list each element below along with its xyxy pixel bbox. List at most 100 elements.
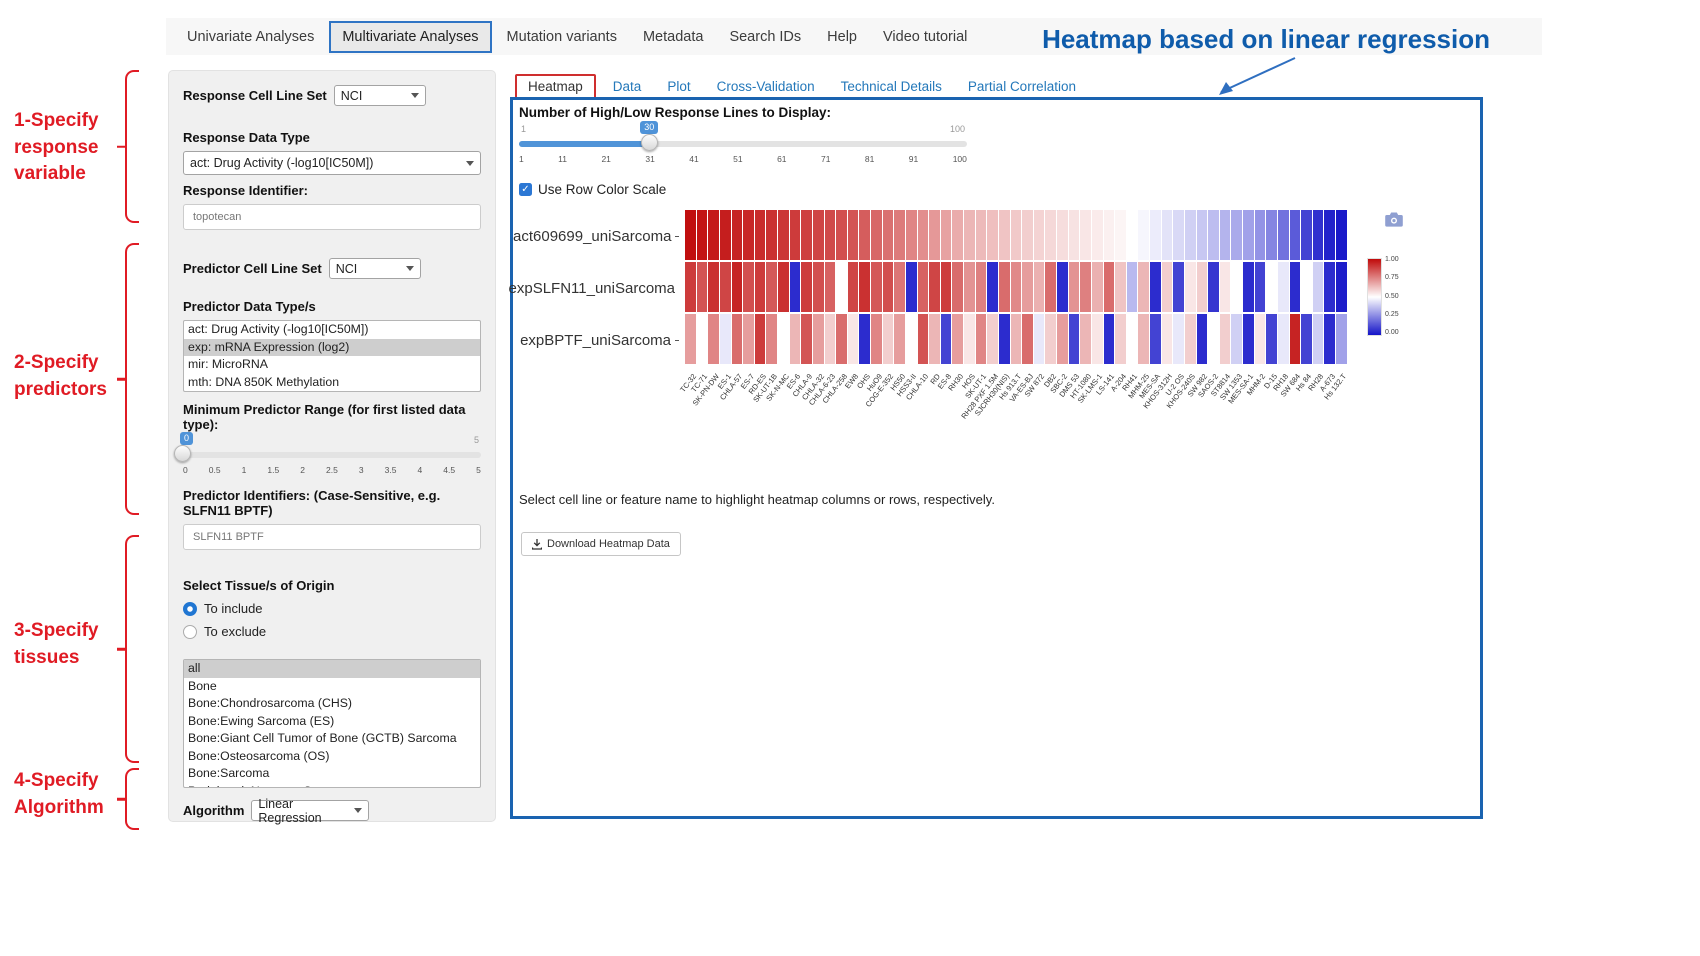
heatmap-cell[interactable] [836, 210, 847, 260]
predictor-range-slider[interactable]: 0 5 00.511.522.533.544.55 [183, 432, 481, 480]
heatmap-cell[interactable] [755, 314, 766, 364]
heatmap-cell[interactable] [1243, 210, 1254, 260]
heatmap-cell[interactable] [871, 262, 882, 312]
heatmap-cell[interactable] [1313, 314, 1324, 364]
heatmap-cell[interactable] [848, 314, 859, 364]
heatmap-cell[interactable] [1057, 314, 1068, 364]
heatmap-cell[interactable] [941, 262, 952, 312]
heatmap-cell[interactable] [999, 314, 1010, 364]
heatmap-cell[interactable] [825, 210, 836, 260]
heatmap-cell[interactable] [1045, 314, 1056, 364]
heatmap-cell[interactable] [987, 314, 998, 364]
heatmap-cell[interactable] [1208, 262, 1219, 312]
predictor-cell-line-set-select[interactable]: NCI [329, 258, 421, 279]
heatmap-cell[interactable] [1220, 262, 1231, 312]
heatmap-cell[interactable] [1138, 262, 1149, 312]
tissue-option[interactable]: Peripheral_Nervous_System [184, 783, 480, 789]
heatmap-cell[interactable] [848, 210, 859, 260]
heatmap-cell[interactable] [848, 262, 859, 312]
heatmap-cell[interactable] [859, 314, 870, 364]
heatmap-cell[interactable] [859, 262, 870, 312]
heatmap-cell[interactable] [883, 314, 894, 364]
heatmap-cell[interactable] [697, 210, 708, 260]
heatmap-cell[interactable] [1127, 262, 1138, 312]
tissue-option[interactable]: all [184, 660, 480, 678]
nav-item-multivariate-analyses[interactable]: Multivariate Analyses [329, 21, 491, 53]
heatmap-cell[interactable] [1197, 314, 1208, 364]
heatmap-cell[interactable] [1173, 210, 1184, 260]
heatmap-cell[interactable] [1185, 210, 1196, 260]
heatmap-cell[interactable] [720, 210, 731, 260]
heatmap-cell[interactable] [1080, 262, 1091, 312]
heatmap-cell[interactable] [918, 210, 929, 260]
response-identifier-input[interactable]: topotecan [183, 204, 481, 230]
heatmap-cell[interactable] [1104, 210, 1115, 260]
heatmap-cell[interactable] [1313, 262, 1324, 312]
heatmap-cell[interactable] [906, 262, 917, 312]
heatmap-cell[interactable] [1080, 210, 1091, 260]
heatmap-cell[interactable] [999, 262, 1010, 312]
heatmap-cell[interactable] [859, 210, 870, 260]
heatmap-cell[interactable] [766, 262, 777, 312]
heatmap-cell[interactable] [976, 314, 987, 364]
heatmap-cell[interactable] [685, 210, 696, 260]
heatmap-cell[interactable] [1243, 314, 1254, 364]
heatmap-cell[interactable] [836, 314, 847, 364]
tab-cross-validation[interactable]: Cross-Validation [704, 75, 828, 98]
nav-item-metadata[interactable]: Metadata [630, 21, 716, 53]
tissue-option[interactable]: Bone:Sarcoma [184, 765, 480, 783]
heatmap-cell[interactable] [976, 210, 987, 260]
slider-handle[interactable] [174, 445, 191, 462]
heatmap-cell[interactable] [1336, 210, 1347, 260]
heatmap-cell[interactable] [790, 262, 801, 312]
heatmap-cell[interactable] [1092, 262, 1103, 312]
heatmap-cell[interactable] [1045, 210, 1056, 260]
heatmap-cell[interactable] [697, 262, 708, 312]
heatmap-cell[interactable] [1290, 262, 1301, 312]
heatmap-cell[interactable] [1266, 210, 1277, 260]
heatmap-cell[interactable] [999, 210, 1010, 260]
heatmap-cell[interactable] [743, 210, 754, 260]
heatmap-cell[interactable] [1150, 210, 1161, 260]
tissue-option[interactable]: Bone:Chondrosarcoma (CHS) [184, 695, 480, 713]
heatmap-cell[interactable] [1022, 314, 1033, 364]
heatmap-cell[interactable] [1069, 314, 1080, 364]
slider-handle[interactable] [641, 134, 658, 151]
algorithm-select[interactable]: Linear Regression [251, 800, 369, 821]
nav-item-video-tutorial[interactable]: Video tutorial [870, 21, 980, 53]
heatmap-cell[interactable] [743, 262, 754, 312]
heatmap-row-label[interactable]: act609699_uniSarcoma [513, 210, 683, 262]
heatmap-cell[interactable] [790, 314, 801, 364]
heatmap-cell[interactable] [1336, 314, 1347, 364]
heatmap-cell[interactable] [1138, 314, 1149, 364]
heatmap-cell[interactable] [790, 210, 801, 260]
heatmap-cell[interactable] [1127, 210, 1138, 260]
heatmap-row-label[interactable]: expBPTF_uniSarcoma [513, 314, 683, 366]
heatmap-cell[interactable] [778, 314, 789, 364]
heatmap-cell[interactable] [941, 314, 952, 364]
heatmap-cell[interactable] [720, 314, 731, 364]
heatmap-cell[interactable] [1324, 210, 1335, 260]
heatmap-cell[interactable] [743, 314, 754, 364]
heatmap-cell[interactable] [1115, 262, 1126, 312]
tissue-option[interactable]: Bone:Osteosarcoma (OS) [184, 748, 480, 766]
heatmap-cell[interactable] [929, 314, 940, 364]
tab-technical-details[interactable]: Technical Details [828, 75, 955, 98]
heatmap-cell[interactable] [685, 314, 696, 364]
heatmap-cell[interactable] [1080, 314, 1091, 364]
heatmap-cell[interactable] [976, 262, 987, 312]
slider-track[interactable] [183, 452, 481, 458]
heatmap-cell[interactable] [1011, 210, 1022, 260]
heatmap-cell[interactable] [1162, 210, 1173, 260]
tissue-option[interactable]: Bone:Ewing Sarcoma (ES) [184, 713, 480, 731]
heatmap-cell[interactable] [1022, 210, 1033, 260]
heatmap-cell[interactable] [1197, 210, 1208, 260]
heatmap-cell[interactable] [883, 210, 894, 260]
heatmap-cell[interactable] [929, 262, 940, 312]
heatmap-cell[interactable] [801, 210, 812, 260]
heatmap-cell[interactable] [1138, 210, 1149, 260]
heatmap-cell[interactable] [964, 262, 975, 312]
heatmap-cell[interactable] [1266, 314, 1277, 364]
tab-plot[interactable]: Plot [654, 75, 703, 98]
nav-item-search-ids[interactable]: Search IDs [716, 21, 814, 53]
